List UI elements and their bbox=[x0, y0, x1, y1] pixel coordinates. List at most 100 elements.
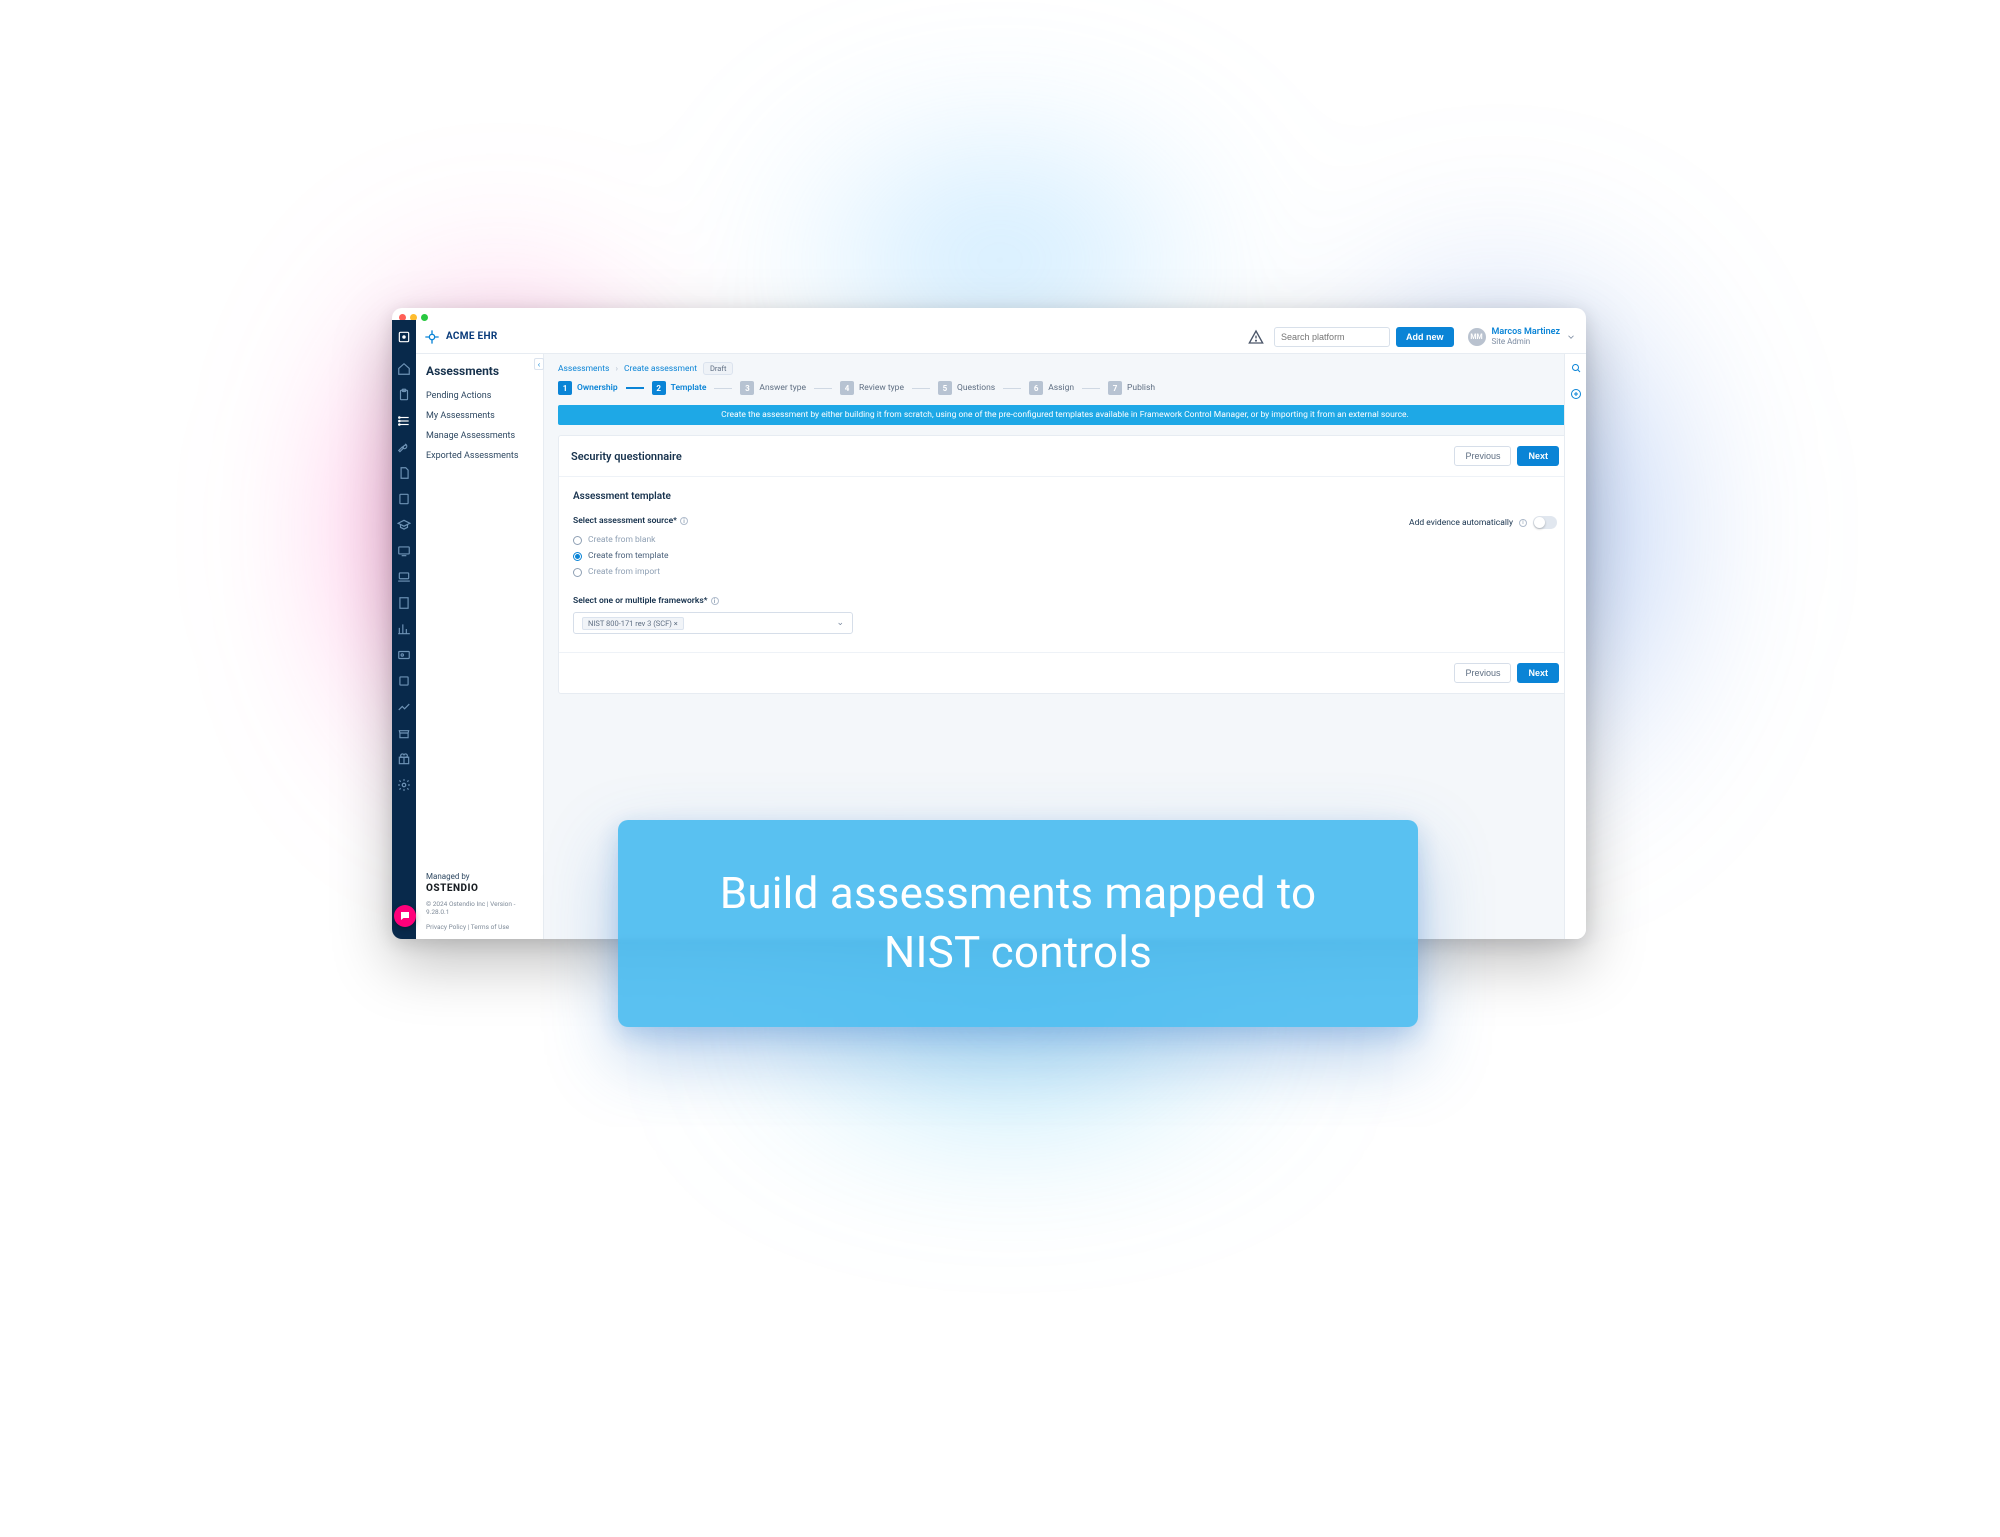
step-assign[interactable]: 6Assign bbox=[1029, 381, 1074, 395]
source-option-0[interactable]: Create from blank bbox=[573, 532, 1409, 548]
status-badge: Draft bbox=[703, 362, 733, 375]
info-icon[interactable]: i bbox=[680, 517, 688, 525]
step-label: Review type bbox=[859, 383, 904, 393]
right-rail bbox=[1564, 354, 1586, 939]
radio-icon bbox=[573, 568, 582, 577]
rail-tools-icon[interactable] bbox=[397, 440, 411, 454]
next-button-top[interactable]: Next bbox=[1517, 446, 1559, 466]
chat-fab[interactable] bbox=[394, 905, 416, 927]
info-banner: Create the assessment by either building… bbox=[558, 405, 1572, 425]
source-option-1[interactable]: Create from template bbox=[573, 548, 1409, 564]
breadcrumb-sep-icon: › bbox=[615, 364, 618, 374]
rail-store-icon[interactable] bbox=[397, 726, 411, 740]
search-input[interactable] bbox=[1274, 327, 1390, 347]
radio-label: Create from import bbox=[588, 567, 660, 577]
user-name: Marcos Martinez bbox=[1492, 327, 1560, 337]
section-title: Assessment template bbox=[573, 491, 1557, 502]
sidebar: ‹ Assessments Pending Actions My Assessm… bbox=[416, 354, 544, 939]
evidence-toggle[interactable] bbox=[1533, 516, 1557, 529]
sidebar-item-manage[interactable]: Manage Assessments bbox=[426, 426, 533, 446]
avatar: MM bbox=[1468, 328, 1486, 346]
step-label: Template bbox=[671, 383, 707, 393]
step-publish[interactable]: 7 Publish bbox=[1108, 381, 1155, 395]
overlay-caption-card: Build assessments mapped to NIST control… bbox=[618, 820, 1418, 1027]
step-label: Assign bbox=[1048, 383, 1074, 393]
chevron-down-icon bbox=[1566, 332, 1576, 342]
source-option-2[interactable]: Create from import bbox=[573, 564, 1409, 580]
mac-max-dot[interactable] bbox=[421, 314, 428, 321]
step-connector bbox=[626, 387, 644, 389]
step-answer-type[interactable]: 3Answer type bbox=[740, 381, 806, 395]
step-connector bbox=[1082, 388, 1100, 389]
add-new-button[interactable]: Add new bbox=[1396, 327, 1454, 347]
rail-doc-icon[interactable] bbox=[397, 466, 411, 480]
frameworks-select[interactable]: NIST 800-171 rev 3 (SCF) × ⌄ bbox=[573, 612, 853, 634]
next-button-bottom[interactable]: Next bbox=[1517, 663, 1559, 683]
sidebar-item-my[interactable]: My Assessments bbox=[426, 406, 533, 426]
step-number: 5 bbox=[938, 381, 952, 395]
sidebar-footer: Managed by OSTENDIO © 2024 Ostendio Inc … bbox=[426, 872, 533, 931]
app-logo-tile[interactable] bbox=[392, 320, 416, 354]
chat-icon bbox=[399, 910, 411, 922]
user-menu[interactable]: MM Marcos Martinez Site Admin bbox=[1468, 327, 1576, 346]
rail-trend-icon[interactable] bbox=[397, 700, 411, 714]
breadcrumb-root[interactable]: Assessments bbox=[558, 364, 609, 374]
frameworks-field-label: Select one or multiple frameworks* i bbox=[573, 596, 1409, 606]
step-template[interactable]: 2 Template bbox=[652, 381, 707, 395]
icon-rail bbox=[392, 354, 416, 939]
evidence-toggle-group: Add evidence automatically i bbox=[1409, 516, 1557, 529]
step-review-type[interactable]: 4Review type bbox=[840, 381, 904, 395]
rail-building-icon[interactable] bbox=[397, 596, 411, 610]
step-label: Questions bbox=[957, 383, 995, 393]
breadcrumb-current[interactable]: Create assessment bbox=[624, 364, 697, 374]
sidebar-title: Assessments bbox=[426, 364, 533, 378]
step-number: 7 bbox=[1108, 381, 1122, 395]
radio-icon bbox=[573, 552, 582, 561]
step-number: 2 bbox=[652, 381, 666, 395]
assessment-card: Security questionnaire Previous Next Ass… bbox=[558, 435, 1572, 694]
brand-icon bbox=[424, 329, 440, 345]
stepper: 1 Ownership 2 Template 3Answer type 4Review t… bbox=[544, 381, 1586, 405]
breadcrumb: Assessments › Create assessment Draft bbox=[544, 354, 1586, 381]
brand: ACME EHR bbox=[416, 329, 498, 345]
chevron-down-icon: ⌄ bbox=[836, 618, 844, 628]
info-icon[interactable]: i bbox=[711, 597, 719, 605]
step-label: Ownership bbox=[577, 383, 618, 393]
rail-gear-icon[interactable] bbox=[397, 778, 411, 792]
search-icon[interactable] bbox=[1570, 362, 1582, 374]
rail-square-icon[interactable] bbox=[397, 674, 411, 688]
plus-circle-icon[interactable] bbox=[1570, 388, 1582, 400]
rail-grad-icon[interactable] bbox=[397, 518, 411, 532]
previous-button-bottom[interactable]: Previous bbox=[1454, 663, 1511, 683]
sidebar-item-pending[interactable]: Pending Actions bbox=[426, 386, 533, 406]
card-title: Security questionnaire bbox=[571, 450, 682, 463]
step-number: 1 bbox=[558, 381, 572, 395]
previous-button-top[interactable]: Previous bbox=[1454, 446, 1511, 466]
overlay-caption: Build assessments mapped to NIST control… bbox=[666, 864, 1370, 983]
step-ownership[interactable]: 1 Ownership bbox=[558, 381, 618, 395]
evidence-toggle-label: Add evidence automatically bbox=[1409, 518, 1513, 528]
step-questions[interactable]: 5 Questions bbox=[938, 381, 995, 395]
framework-chip[interactable]: NIST 800-171 rev 3 (SCF) × bbox=[582, 617, 684, 630]
rail-id-icon[interactable] bbox=[397, 648, 411, 662]
collapse-sidebar-button[interactable]: ‹ bbox=[534, 358, 544, 370]
rail-gift-icon[interactable] bbox=[397, 752, 411, 766]
step-connector bbox=[814, 388, 832, 389]
step-label: Publish bbox=[1127, 383, 1155, 393]
alert-icon[interactable] bbox=[1248, 329, 1264, 345]
rail-home-icon[interactable] bbox=[397, 362, 411, 376]
rail-monitor-icon[interactable] bbox=[397, 544, 411, 558]
rail-assessments-icon[interactable] bbox=[397, 414, 411, 428]
brand-name: ACME EHR bbox=[446, 331, 498, 342]
rail-chart-icon[interactable] bbox=[397, 622, 411, 636]
user-role: Site Admin bbox=[1492, 337, 1560, 346]
rail-file-icon[interactable] bbox=[397, 492, 411, 506]
legal-line-2: Privacy Policy | Terms of Use bbox=[426, 923, 533, 931]
source-field-label: Select assessment source* i bbox=[573, 516, 1409, 526]
topbar: ACME EHR Add new MM Marcos Martinez Site… bbox=[392, 320, 1586, 354]
rail-laptop-icon[interactable] bbox=[397, 570, 411, 584]
sidebar-item-exported[interactable]: Exported Assessments bbox=[426, 446, 533, 466]
rail-clipboard-icon[interactable] bbox=[397, 388, 411, 402]
radio-icon bbox=[573, 536, 582, 545]
info-icon[interactable]: i bbox=[1519, 519, 1527, 527]
